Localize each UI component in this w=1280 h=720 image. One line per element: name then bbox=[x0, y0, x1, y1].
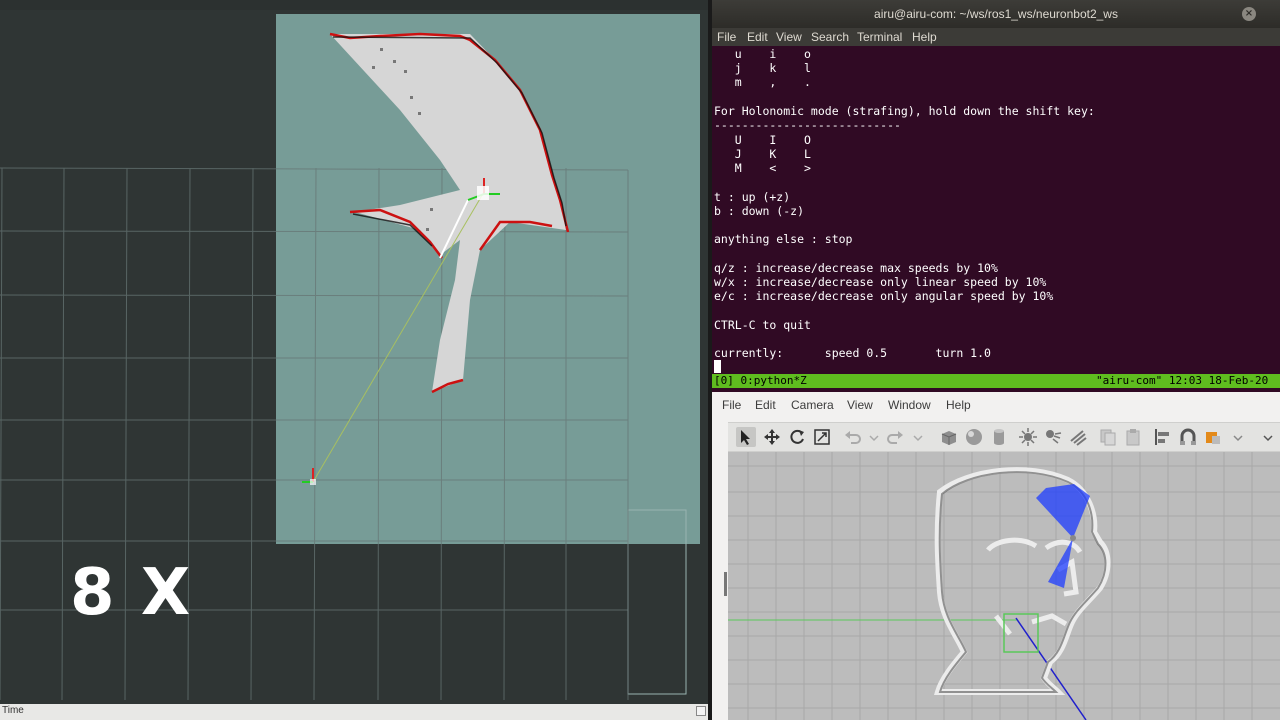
align-icon[interactable] bbox=[1153, 427, 1173, 447]
world-x-axis bbox=[1015, 617, 1087, 720]
terminal-line: w/x : increase/decrease only linear spee… bbox=[714, 275, 1047, 289]
robot-model bbox=[1070, 535, 1076, 541]
terminal-line: j k l bbox=[714, 61, 811, 75]
terminal-menu-search[interactable]: Search bbox=[811, 30, 849, 44]
brow-wall bbox=[986, 537, 1038, 552]
gazebo-3d-view[interactable] bbox=[728, 452, 1280, 720]
paste-icon[interactable] bbox=[1123, 427, 1143, 447]
ground-grid bbox=[728, 452, 1280, 720]
time-panel-label: Time bbox=[2, 705, 24, 716]
terminal-menu-file[interactable]: File bbox=[717, 30, 736, 44]
snap-icon[interactable] bbox=[1178, 427, 1198, 447]
terminal-line: e/c : increase/decrease only angular spe… bbox=[714, 289, 1054, 303]
gazebo-toolbar bbox=[728, 422, 1280, 452]
terminal-menu-help[interactable]: Help bbox=[912, 30, 937, 44]
terminal-line: U I O bbox=[714, 133, 811, 147]
terminal-window[interactable]: airu@airu-com: ~/ws/ros1_ws/neuronbot2_w… bbox=[712, 0, 1280, 392]
terminal-line: For Holonomic mode (strafing), hold down… bbox=[714, 104, 1095, 118]
terminal-menu-terminal[interactable]: Terminal bbox=[857, 30, 902, 44]
terminal-line: t : up (+z) bbox=[714, 190, 791, 204]
terminal-line: m , . bbox=[714, 75, 811, 89]
gazebo-menu-edit[interactable]: Edit bbox=[755, 398, 776, 412]
translate-icon[interactable] bbox=[762, 427, 782, 447]
terminal-line: b : down (-z) bbox=[714, 204, 805, 218]
terminal-output[interactable]: u i o j k l m , . For Holonomic mode (st… bbox=[714, 47, 1280, 373]
gazebo-menu-window[interactable]: Window bbox=[888, 398, 931, 412]
close-icon[interactable]: × bbox=[1242, 7, 1256, 21]
copy-icon[interactable] bbox=[1098, 427, 1118, 447]
terminal-cursor bbox=[714, 360, 721, 373]
brow-wall-right bbox=[1044, 539, 1083, 554]
terminal-title: airu@airu-com: ~/ws/ros1_ws/neuronbot2_w… bbox=[874, 7, 1118, 21]
spot-light-icon[interactable] bbox=[1043, 427, 1063, 447]
sphere-icon[interactable] bbox=[964, 427, 984, 447]
tmux-window-list[interactable]: [0] 0:python*Z bbox=[714, 374, 807, 388]
rviz-time-panel bbox=[0, 704, 708, 720]
mouth-wall bbox=[1031, 613, 1068, 627]
undo-dropdown-icon[interactable] bbox=[864, 427, 884, 447]
gazebo-menu-view[interactable]: View bbox=[847, 398, 873, 412]
change-view-icon[interactable] bbox=[1203, 427, 1223, 447]
gazebo-menu-help[interactable]: Help bbox=[946, 398, 971, 412]
select-mode-icon[interactable] bbox=[736, 427, 756, 447]
terminal-line: --------------------------- bbox=[714, 118, 901, 132]
terminal-line: q/z : increase/decrease max speeds by 10… bbox=[714, 261, 998, 275]
lidar-rays-upper bbox=[1036, 484, 1090, 538]
playback-speed-label: 8 X bbox=[70, 556, 193, 630]
gazebo-window[interactable]: File Edit Camera View Window Help bbox=[712, 392, 1280, 720]
tmux-status-right: "airu-com" 12:03 18-Feb-20 bbox=[1096, 374, 1269, 387]
change-view-dropdown-icon[interactable] bbox=[1228, 427, 1248, 447]
terminal-menu-view[interactable]: View bbox=[776, 30, 802, 44]
terminal-line: CTRL-C to quit bbox=[714, 318, 811, 332]
gazebo-menu-camera[interactable]: Camera bbox=[791, 398, 834, 412]
point-light-icon[interactable] bbox=[1018, 427, 1038, 447]
more-icon[interactable] bbox=[1258, 427, 1278, 447]
gazebo-menu-file[interactable]: File bbox=[722, 398, 741, 412]
terminal-line: u i o bbox=[714, 47, 811, 61]
scale-icon[interactable] bbox=[812, 427, 832, 447]
box-icon[interactable] bbox=[939, 427, 959, 447]
rviz-window: 8 X Time bbox=[0, 0, 708, 720]
redo-dropdown-icon[interactable] bbox=[908, 427, 928, 447]
directional-light-icon[interactable] bbox=[1068, 427, 1088, 447]
terminal-line: M < > bbox=[714, 161, 811, 175]
terminal-line: J K L bbox=[714, 147, 811, 161]
cylinder-icon[interactable] bbox=[989, 427, 1009, 447]
terminal-line: currently: speed 0.5 turn 1.0 bbox=[714, 346, 991, 360]
gazebo-side-panel bbox=[712, 422, 728, 720]
time-panel-close-button[interactable] bbox=[696, 706, 706, 716]
terminal-menu-edit[interactable]: Edit bbox=[747, 30, 768, 44]
terminal-line: anything else : stop bbox=[714, 232, 853, 246]
side-panel-splitter[interactable] bbox=[724, 572, 727, 596]
redo-icon[interactable] bbox=[886, 427, 906, 447]
chin-wall bbox=[994, 614, 1012, 636]
rotate-icon[interactable] bbox=[787, 427, 807, 447]
undo-icon[interactable] bbox=[842, 427, 862, 447]
